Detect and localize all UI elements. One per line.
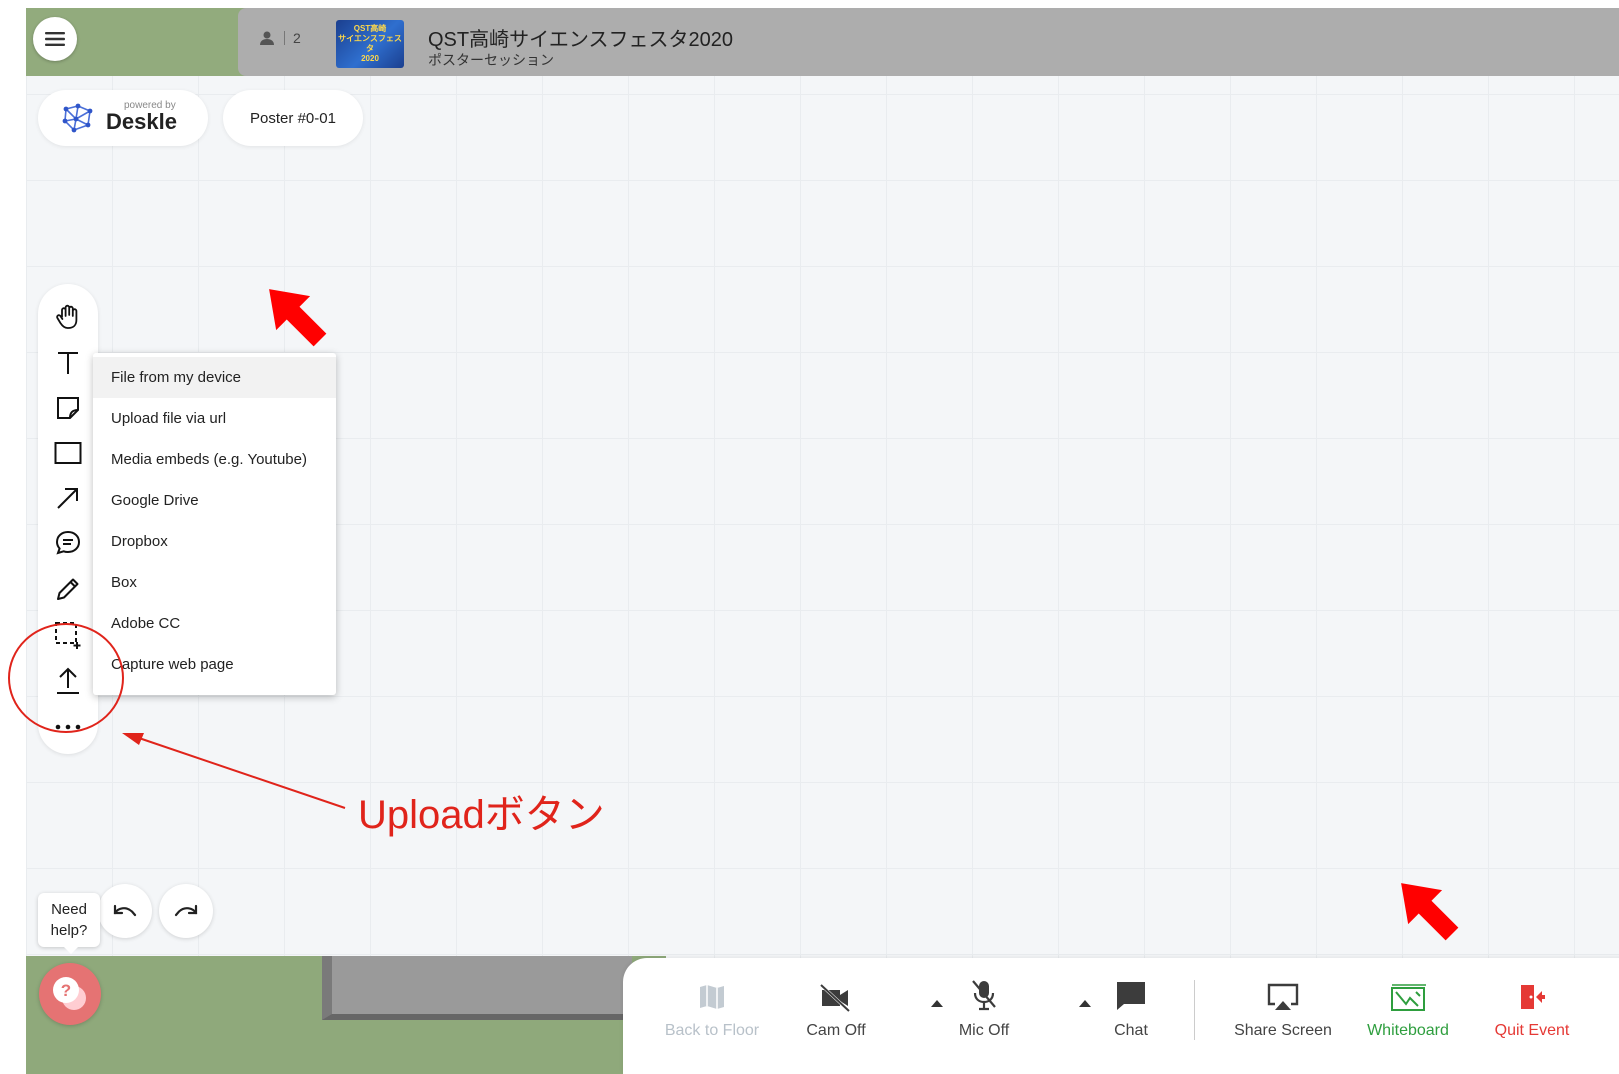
annotation-pointer-head <box>122 733 144 745</box>
red-arrow-icon-whiteboard <box>1401 883 1459 941</box>
annotation-pointer-line <box>135 736 346 809</box>
red-arrow-icon-menu <box>269 289 327 347</box>
upload-highlight-circle <box>8 623 124 733</box>
annotation-overlay <box>8 289 1459 941</box>
upload-button-annotation-label: Uploadボタン <box>358 793 605 837</box>
